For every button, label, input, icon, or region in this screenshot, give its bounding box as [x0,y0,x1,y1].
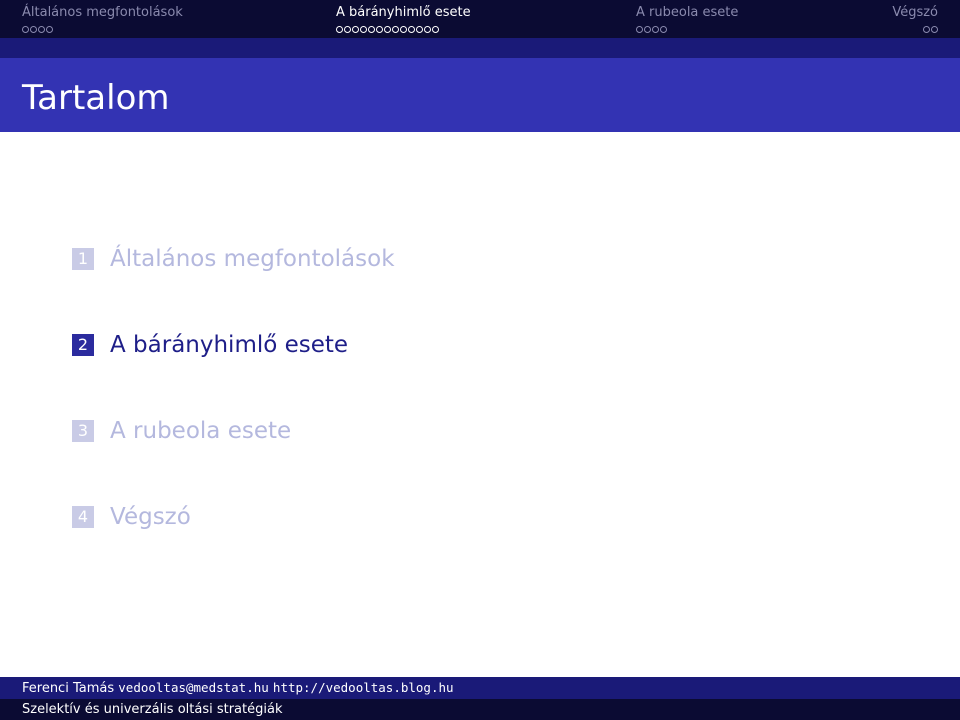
frame-dot[interactable] [360,26,367,33]
toc-item-2[interactable]: 2 A bárányhimlő esete [72,331,348,359]
frame-dot[interactable] [352,26,359,33]
toc-label[interactable]: Általános megfontolások [110,245,395,273]
frame-dot[interactable] [931,26,938,33]
toc-item-4[interactable]: 4 Végszó [72,503,191,531]
frame-dot[interactable] [416,26,423,33]
toc-item-3[interactable]: 3 A rubeola esete [72,417,291,445]
toc-item-1[interactable]: 1 Általános megfontolások [72,245,395,273]
footer-talk-title: Szelektív és univerzális oltási stratégi… [22,702,283,717]
nav-section-3[interactable]: A rubeola esete [636,5,738,33]
frame-dot[interactable] [38,26,45,33]
frame-title: Tartalom [22,78,170,118]
nav-section-title[interactable]: A rubeola esete [636,5,738,21]
frame-dot[interactable] [368,26,375,33]
footer-title-bar: Szelektív és univerzális oltási stratégi… [0,699,960,720]
toc-label[interactable]: A rubeola esete [110,417,291,445]
nav-section-title[interactable]: A bárányhimlő esete [336,5,471,21]
toc-number-badge: 1 [72,248,94,270]
frame-dot[interactable] [400,26,407,33]
nav-section-2[interactable]: A bárányhimlő esete [336,5,471,33]
frame-dot[interactable] [424,26,431,33]
frame-dot[interactable] [30,26,37,33]
frame-dot[interactable] [384,26,391,33]
footer-url[interactable]: http://vedooltas.blog.hu [273,680,454,695]
toc-number-badge: 3 [72,420,94,442]
frame-dots [336,26,471,33]
footer-author-bar: Ferenci Tamás vedooltas@medstat.hu http:… [0,677,960,699]
frame-dot[interactable] [636,26,643,33]
frame-dot[interactable] [392,26,399,33]
frame-dot[interactable] [376,26,383,33]
frame-dots [22,26,183,33]
header-separator-band [0,38,960,58]
footer-author: Ferenci Tamás [22,681,115,696]
frame-dot[interactable] [46,26,53,33]
toc-label[interactable]: Végszó [110,503,191,531]
frame-dots [636,26,738,33]
frame-dot[interactable] [660,26,667,33]
frame-dot[interactable] [336,26,343,33]
frame-dot[interactable] [22,26,29,33]
footer-author-line: Ferenci Tamás vedooltas@medstat.hu http:… [22,677,454,700]
toc-number-badge: 4 [72,506,94,528]
frame-dot[interactable] [408,26,415,33]
frame-title-bar: Tartalom [0,58,960,132]
footer-email[interactable]: vedooltas@medstat.hu [118,680,269,695]
frame-dot[interactable] [432,26,439,33]
nav-section-1[interactable]: Általános megfontolások [22,5,183,33]
frame-dot[interactable] [923,26,930,33]
frame-dot[interactable] [644,26,651,33]
frame-dot[interactable] [344,26,351,33]
frame-dot[interactable] [652,26,659,33]
nav-section-4[interactable]: Végszó [892,5,938,33]
frame-dots [892,26,938,33]
nav-section-title[interactable]: Végszó [892,5,938,21]
toc-number-badge: 2 [72,334,94,356]
section-navigation-bar: Általános megfontolások A bárányhimlő es… [0,0,960,38]
nav-section-title[interactable]: Általános megfontolások [22,5,183,21]
toc-label[interactable]: A bárányhimlő esete [110,331,348,359]
